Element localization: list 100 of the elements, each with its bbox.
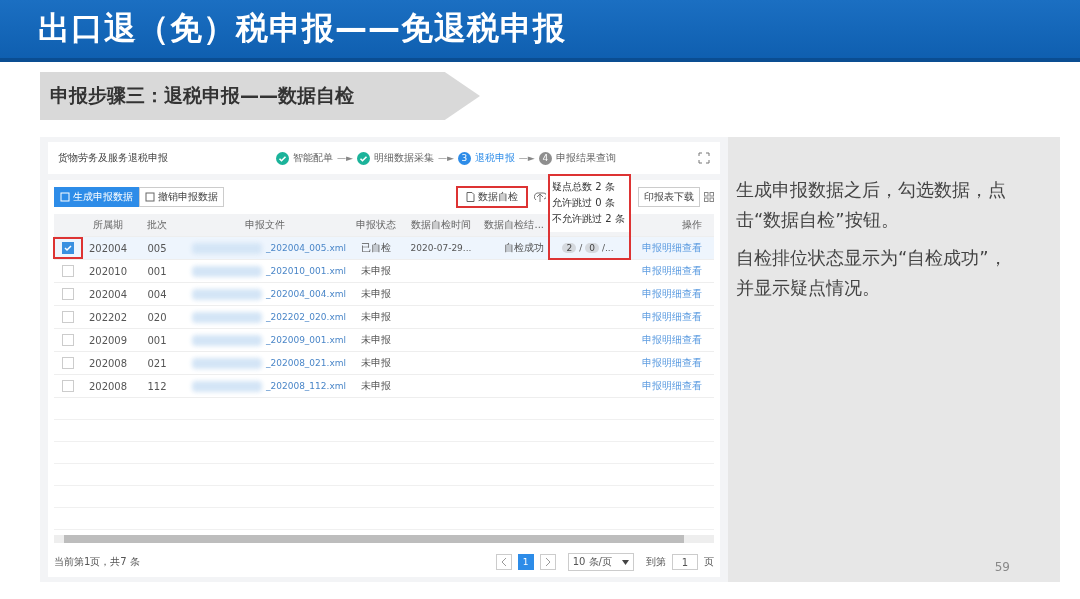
- chevron-left-icon: [500, 557, 507, 567]
- table-cell: 202004: [88, 288, 128, 300]
- previous-page-button[interactable]: [495, 554, 512, 570]
- column-header: 申报文件: [245, 218, 285, 232]
- detail-link[interactable]: 申报明细查看: [642, 333, 702, 347]
- table-cell: 202010: [88, 265, 128, 277]
- page-size-select[interactable]: 10 条/页: [567, 553, 634, 571]
- column-header: 操作: [682, 218, 702, 232]
- fullscreen-icon[interactable]: [698, 152, 710, 164]
- table-cell: 020: [147, 311, 167, 323]
- redaction-blur: [192, 311, 262, 323]
- file-link[interactable]: _202008_112.xml: [266, 381, 346, 391]
- row-checkbox[interactable]: [62, 242, 74, 254]
- table-cell: 001: [147, 334, 167, 346]
- note-text: 自检排位状态显示为“自检成功”，并显示疑点情况。: [736, 246, 1008, 300]
- table-cell: 已自检: [361, 241, 391, 255]
- detail-link[interactable]: 申报明细查看: [642, 310, 702, 324]
- row-checkbox[interactable]: [62, 311, 74, 323]
- page-number: 59: [994, 560, 1010, 574]
- row-checkbox[interactable]: [62, 357, 74, 369]
- popover-line: 疑点总数 2 条: [552, 180, 616, 194]
- step-label: 退税申报: [474, 151, 515, 165]
- table-cell: 005: [147, 242, 167, 254]
- row-checkbox[interactable]: [62, 288, 74, 300]
- goto-label: 到第: [646, 555, 666, 569]
- chevron-right-icon: [544, 557, 551, 567]
- redaction-blur: [192, 380, 262, 392]
- image-icon: [145, 192, 155, 202]
- table-row[interactable]: 202004 004 _202004_004.xml 未申报 申报明细查看: [54, 283, 714, 306]
- row-checkbox[interactable]: [62, 380, 74, 392]
- step-label: 申报结果查询: [555, 151, 616, 165]
- table-row[interactable]: 202008 021 _202008_021.xml 未申报 申报明细查看: [54, 352, 714, 375]
- table-row[interactable]: 202202 020 _202202_020.xml 未申报 申报明细查看: [54, 306, 714, 329]
- document-icon: [466, 192, 475, 202]
- step-label: 智能配单: [293, 151, 333, 165]
- table-cell: 001: [147, 265, 167, 277]
- column-header: 批次: [147, 218, 167, 232]
- count-badge: 0: [585, 243, 599, 253]
- column-header: 申报状态: [356, 218, 396, 232]
- detail-link[interactable]: 申报明细查看: [642, 264, 702, 278]
- table-cell: 021: [147, 357, 167, 369]
- table-cell: 未申报: [361, 310, 391, 324]
- popover-line: 不允许跳过 2 条: [552, 212, 626, 226]
- redaction-blur: [192, 242, 262, 254]
- print-download-button[interactable]: 印报表下载: [638, 187, 700, 207]
- horizontal-scrollbar[interactable]: [54, 535, 714, 543]
- file-link[interactable]: _202004_004.xml: [266, 289, 346, 299]
- page-unit: 页: [704, 555, 714, 569]
- table-cell: 未申报: [361, 264, 391, 278]
- table-cell: 112: [147, 380, 167, 392]
- table-cell: 202004: [88, 242, 128, 254]
- next-page-button[interactable]: [539, 554, 556, 570]
- page-input[interactable]: 1: [672, 554, 698, 570]
- redaction-blur: [192, 265, 262, 277]
- step-banner: 申报步骤三：退税申报——数据自检: [40, 72, 480, 120]
- table-cell: 202008: [88, 380, 128, 392]
- step-number: 4: [538, 151, 552, 165]
- detail-link[interactable]: 申报明细查看: [642, 356, 702, 370]
- table-cell: 2020-07-29...: [410, 243, 472, 253]
- table-cell: 未申报: [361, 379, 391, 393]
- detail-link[interactable]: 申报明细查看: [642, 379, 702, 393]
- redaction-blur: [192, 334, 262, 346]
- toolbar-button[interactable]: 撤销申报数据: [139, 187, 224, 207]
- upload-icon[interactable]: [534, 191, 546, 203]
- count-badge: 2: [562, 243, 577, 253]
- toolbar-button[interactable]: 生成申报数据: [54, 187, 139, 207]
- file-link[interactable]: _202009_001.xml: [266, 335, 346, 345]
- slide-title: 出口退（免）税申报——免退税申报: [38, 8, 566, 49]
- detail-link[interactable]: 申报明细查看: [642, 287, 702, 301]
- step-number: 3: [457, 151, 471, 165]
- image-icon: [60, 192, 70, 202]
- table-cell: 004: [147, 288, 167, 300]
- column-header: 数据自检结...: [484, 218, 544, 232]
- row-checkbox[interactable]: [62, 265, 74, 277]
- grid-icon[interactable]: [704, 192, 714, 202]
- table-cell: 未申报: [361, 356, 391, 370]
- separator-text: /: [579, 243, 583, 253]
- page-button[interactable]: 1: [517, 554, 534, 570]
- detail-link[interactable]: 申报明细查看: [642, 241, 702, 255]
- caret-icon: [622, 559, 629, 565]
- table-row[interactable]: 202010 001 _202010_001.xml 未申报 申报明细查看: [54, 260, 714, 283]
- page-title: 货物劳务及服务退税申报: [58, 151, 169, 165]
- table-row[interactable]: 202004 005 _202004_005.xml 已自检 2020-07-29... 自检成功 2 / 0 /... 申报明细查看: [54, 237, 714, 260]
- file-link[interactable]: _202202_020.xml: [266, 312, 346, 322]
- step-arrow: —►: [518, 153, 535, 163]
- row-checkbox[interactable]: [62, 334, 74, 346]
- file-link[interactable]: _202004_005.xml: [266, 243, 346, 253]
- table-cell: 未申报: [361, 333, 391, 347]
- table-cell: 202008: [88, 357, 128, 369]
- file-link[interactable]: _202008_021.xml: [266, 358, 346, 368]
- step-arrow: —►: [437, 153, 454, 163]
- column-header: 所属期: [93, 218, 123, 232]
- page-summary: 当前第1页，共7 条: [54, 555, 140, 569]
- redaction-blur: [192, 288, 262, 300]
- step-arrow: —►: [337, 153, 353, 163]
- table-row[interactable]: 202009 001 _202009_001.xml 未申报 申报明细查看: [54, 329, 714, 352]
- step-label: 明细数据采集: [373, 151, 434, 165]
- redaction-blur: [192, 357, 262, 369]
- note-text: 生成申报数据之后，勾选数据，点击“数据自检”按钮。: [736, 178, 1007, 232]
- file-link[interactable]: _202010_001.xml: [266, 266, 346, 276]
